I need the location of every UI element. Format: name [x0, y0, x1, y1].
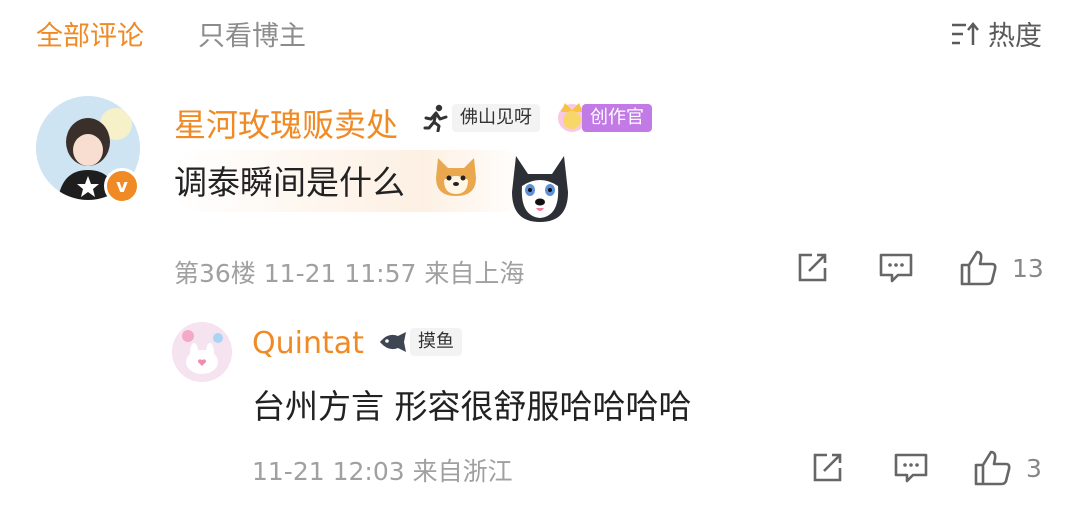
reply-share-icon[interactable] [810, 451, 844, 489]
like-count: 13 [1012, 254, 1044, 283]
sort-label: 热度 [988, 21, 1042, 52]
like-icon[interactable] [958, 248, 998, 292]
sort-icon [952, 21, 979, 45]
shiba-dog-emoji-icon [432, 154, 480, 202]
reply-like-icon[interactable] [972, 448, 1012, 492]
reply-comment-icon[interactable] [878, 251, 914, 289]
reply-avatar[interactable] [172, 322, 232, 382]
reply-username[interactable]: Quintat [252, 326, 364, 361]
verified-badge-icon: v [104, 168, 140, 204]
sort-by-heat-button[interactable]: 热度 [950, 14, 1042, 53]
reply-text: 台州方言 形容很舒服哈哈哈哈 [252, 387, 692, 426]
tab-all-comments[interactable]: 全部评论 [36, 14, 144, 53]
comment-meta: 第36楼 11-21 11:57 来自上海 [174, 259, 525, 288]
reply-meta: 11-21 12:03 来自浙江 [252, 457, 513, 486]
comment-text: 调泰瞬间是什么 [174, 163, 405, 202]
comment-username[interactable]: 星河玫瑰贩卖处 [174, 100, 398, 146]
husky-sticker-icon [508, 152, 572, 228]
fish-icon [378, 330, 408, 358]
tab-blogger-only[interactable]: 只看博主 [198, 14, 306, 53]
user-badge-tag: 佛山见呀 [452, 104, 540, 132]
runner-icon [422, 104, 450, 136]
creator-badge-tag: 创作官 [582, 104, 652, 132]
reply-comment-icon[interactable] [893, 451, 929, 489]
reply-badge-tag: 摸鱼 [410, 328, 462, 356]
share-icon[interactable] [795, 251, 829, 289]
reply-like-count: 3 [1026, 454, 1042, 483]
